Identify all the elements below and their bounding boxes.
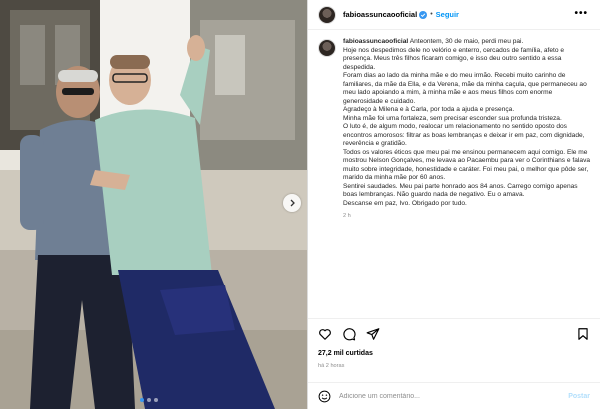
bookmark-icon[interactable]: [576, 327, 590, 341]
caption-paragraph: Sentirei saudades. Meu pai parte honrado…: [343, 182, 578, 199]
comment-bubble-icon[interactable]: [342, 327, 356, 341]
chevron-right-icon: [290, 199, 295, 207]
carousel-dot: [140, 398, 144, 402]
more-options-icon[interactable]: •••: [574, 9, 588, 19]
caption-text: fabioassuncaooficial Anteontem, 30 de ma…: [343, 38, 592, 221]
post-side-panel: fabioassuncaooficial • Seguir ••• fabioa…: [307, 0, 600, 409]
follow-button[interactable]: Seguir: [436, 10, 459, 19]
comment-input[interactable]: [339, 392, 569, 400]
next-slide-button[interactable]: [283, 194, 301, 212]
caption-time: 2 h: [343, 213, 351, 219]
carousel-dot: [147, 398, 151, 402]
caption-username[interactable]: fabioassuncaooficial: [343, 38, 408, 45]
likes-count[interactable]: 27,2 mil curtidas: [318, 350, 373, 357]
author-username[interactable]: fabioassuncaooficial: [343, 10, 417, 19]
header-separator: •: [430, 11, 433, 18]
caption-avatar[interactable]: [318, 39, 336, 57]
paper-plane-icon[interactable]: [366, 327, 380, 341]
caption-paragraph: Foram dias ao lado da minha mãe e do meu…: [343, 72, 587, 105]
posted-time: há 2 horas: [318, 363, 345, 369]
carousel-dot: [154, 398, 158, 402]
caption-paragraph: Agradeço à Milena e à Carla, por toda a …: [343, 106, 515, 113]
smiley-icon[interactable]: [318, 390, 331, 403]
carousel-dots: [140, 398, 158, 402]
caption-paragraph: Todos os valores éticos que meu pai me e…: [343, 148, 591, 182]
photo-image: [0, 0, 307, 409]
action-bar: [308, 318, 600, 348]
post-comment-button[interactable]: Postar: [568, 393, 590, 400]
post-header: fabioassuncaooficial • Seguir •••: [308, 0, 600, 30]
verified-badge-icon: [419, 10, 428, 19]
heart-icon[interactable]: [318, 327, 332, 341]
caption-area: fabioassuncaooficial Anteontem, 30 de ma…: [318, 38, 592, 304]
comment-box: Postar: [308, 382, 600, 409]
caption-paragraph: Minha mãe foi uma fortaleza, sem precisa…: [343, 114, 562, 122]
caption-paragraph: Hoje nos despedimos dele no velório e en…: [343, 46, 565, 71]
caption-paragraph: Descanse em paz, Ivo. Obrigado por tudo.: [343, 199, 467, 207]
caption-paragraph: Anteontem, 30 de maio, perdi meu pai.: [409, 38, 524, 45]
caption-paragraph: O luto é, de algum modo, realocar um rel…: [343, 123, 585, 147]
avatar[interactable]: [318, 5, 336, 24]
post-photo[interactable]: [0, 0, 307, 409]
